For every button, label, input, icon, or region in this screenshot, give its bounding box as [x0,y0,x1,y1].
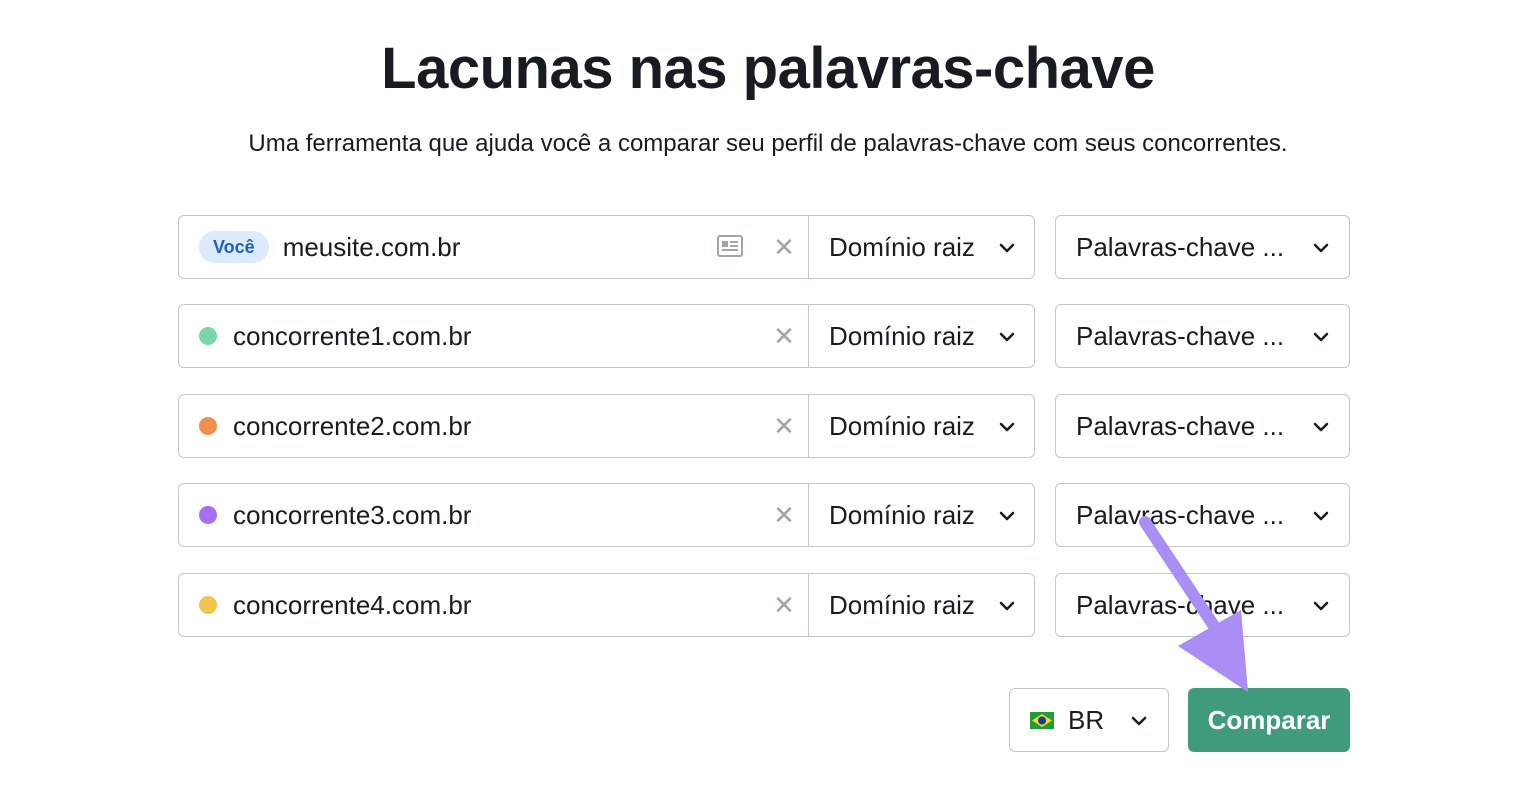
chevron-down-icon [999,332,1015,342]
domain-value: meusite.com.br [282,231,461,262]
domain-value: concorrente1.com.br [233,320,472,351]
competitor-color-dot [199,417,217,435]
chevron-down-icon [999,422,1015,432]
page-subtitle: Uma ferramenta que ajuda você a comparar… [248,130,1288,157]
competitor-color-dot [199,596,217,614]
chevron-down-icon [999,243,1015,253]
chevron-down-icon [1313,601,1329,611]
domain-input-you[interactable]: Você meusite.com.br [179,216,808,278]
domain-field-group: concorrente3.com.br ✕ Domínio raiz [178,483,1035,547]
domain-row-competitor-2: concorrente2.com.br ✕ Domínio raiz Palav… [178,394,1350,458]
keyword-type-select[interactable]: Palavras-chave ... [1055,215,1350,279]
compare-button[interactable]: Comparar [1188,688,1350,752]
domain-field-group: concorrente1.com.br ✕ Domínio raiz [178,304,1035,368]
competitor-color-dot [199,506,217,524]
page-title: Lacunas nas palavras-chave [381,36,1155,101]
domain-row-competitor-1: concorrente1.com.br ✕ Domínio raiz Palav… [178,304,1350,368]
keyword-type-value: Palavras-chave ... [1076,320,1285,351]
domain-row-competitor-4: concorrente4.com.br ✕ Domínio raiz Palav… [178,573,1350,637]
domain-value: concorrente2.com.br [233,410,472,441]
domain-input-competitor-1[interactable]: concorrente1.com.br [179,305,808,367]
scope-select[interactable]: Domínio raiz [809,574,1036,636]
keyword-type-select[interactable]: Palavras-chave ... [1055,394,1350,458]
close-icon[interactable]: ✕ [772,591,796,619]
close-icon[interactable]: ✕ [772,501,796,529]
scope-select-value: Domínio raiz [829,499,975,530]
chevron-down-icon [1131,716,1147,726]
competitor-color-dot [199,327,217,345]
chevron-down-icon [999,601,1015,611]
domain-field-group: concorrente2.com.br ✕ Domínio raiz [178,394,1035,458]
close-icon[interactable]: ✕ [772,233,796,261]
domain-field-group: concorrente4.com.br ✕ Domínio raiz [178,573,1035,637]
scope-select-value: Domínio raiz [829,231,975,262]
scope-select-value: Domínio raiz [829,320,975,351]
chevron-down-icon [999,511,1015,521]
chevron-down-icon [1313,332,1329,342]
scope-select[interactable]: Domínio raiz [809,216,1036,278]
chevron-down-icon [1313,422,1329,432]
domain-value: concorrente4.com.br [233,589,472,620]
domain-input-competitor-3[interactable]: concorrente3.com.br [179,484,808,546]
chevron-down-icon [1313,243,1329,253]
keyword-type-value: Palavras-chave ... [1076,589,1285,620]
keyword-type-value: Palavras-chave ... [1076,231,1285,262]
domain-row-you: Você meusite.com.br ✕ Domínio raiz Palav… [178,215,1350,279]
country-select[interactable]: BR [1009,688,1169,752]
domain-input-competitor-4[interactable]: concorrente4.com.br [179,574,808,636]
domain-field-group: Você meusite.com.br ✕ Domínio raiz [178,215,1035,279]
keyword-type-select[interactable]: Palavras-chave ... [1055,304,1350,368]
brazil-flag-icon [1030,711,1054,729]
keyword-type-value: Palavras-chave ... [1076,410,1285,441]
chevron-down-icon [1313,511,1329,521]
domain-row-competitor-3: concorrente3.com.br ✕ Domínio raiz Palav… [178,483,1350,547]
you-badge: Você [199,231,269,263]
keyword-type-select[interactable]: Palavras-chave ... [1055,573,1350,637]
contact-card-icon[interactable] [717,235,743,257]
keyword-type-select[interactable]: Palavras-chave ... [1055,483,1350,547]
close-icon[interactable]: ✕ [772,412,796,440]
scope-select[interactable]: Domínio raiz [809,395,1036,457]
close-icon[interactable]: ✕ [772,322,796,350]
domain-input-competitor-2[interactable]: concorrente2.com.br [179,395,808,457]
scope-select-value: Domínio raiz [829,589,975,620]
keyword-type-value: Palavras-chave ... [1076,499,1285,530]
domain-value: concorrente3.com.br [233,499,472,530]
scope-select[interactable]: Domínio raiz [809,484,1036,546]
country-value: BR [1068,704,1105,735]
scope-select-value: Domínio raiz [829,410,975,441]
scope-select[interactable]: Domínio raiz [809,305,1036,367]
